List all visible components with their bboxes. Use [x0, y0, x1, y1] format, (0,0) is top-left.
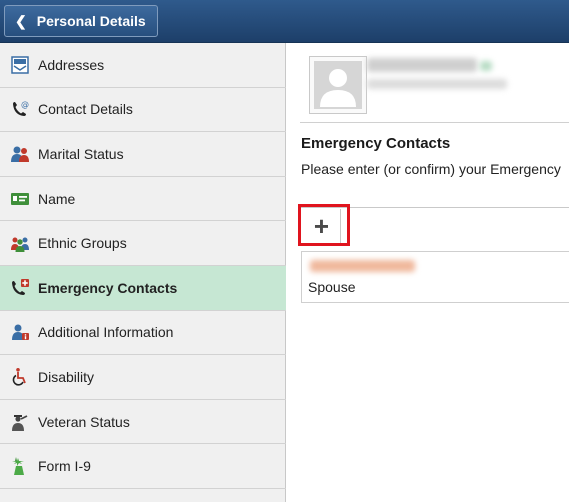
page-title: Emergency Contacts [301, 135, 451, 152]
sidebar-item-label: Form I-9 [38, 458, 91, 475]
employee-name-redacted [367, 58, 477, 72]
sidebar-item-ethnic-groups[interactable]: Ethnic Groups [0, 221, 286, 266]
saluting-person-icon [10, 412, 30, 432]
two-people-icon [10, 144, 30, 164]
svg-text:@: @ [21, 100, 29, 109]
back-button[interactable]: ❮ Personal Details [4, 5, 158, 37]
sidebar-item-label: Contact Details [38, 101, 133, 118]
sidebar-item-label: Additional Information [38, 324, 174, 341]
phone-medical-icon [10, 278, 30, 298]
contact-relationship: Spouse [308, 279, 356, 295]
phone-at-icon: @ [10, 99, 30, 119]
sidebar-item-label: Addresses [38, 56, 105, 73]
employee-title-redacted [367, 79, 507, 89]
sidebar-item-form-i9[interactable]: Form I-9 [0, 444, 286, 489]
sidebar-item-veteran-status[interactable]: Veteran Status [0, 400, 286, 445]
id-badge-icon [10, 189, 30, 209]
sidebar-nav: Addresses @ Contact Details Marital Stat… [0, 43, 286, 502]
divider [300, 122, 569, 123]
person-silhouette-icon [320, 69, 356, 107]
sidebar-item-label: Veteran Status [38, 413, 130, 430]
chevron-left-icon: ❮ [15, 12, 27, 29]
contact-row[interactable]: Spouse [301, 251, 569, 303]
sidebar-item-additional-information[interactable]: Additional Information [0, 311, 286, 356]
sidebar-item-name[interactable]: Name [0, 177, 286, 222]
profile-photo [309, 56, 367, 114]
sidebar-item-label: Emergency Contacts [38, 279, 178, 296]
statue-of-liberty-icon [10, 456, 30, 476]
person-info-icon [10, 322, 30, 342]
sidebar-item-label: Marital Status [38, 145, 124, 162]
sidebar-item-label: Ethnic Groups [38, 235, 127, 252]
wheelchair-icon [10, 367, 30, 387]
app-header: ❮ Personal Details [0, 0, 569, 43]
sidebar-item-contact-details[interactable]: @ Contact Details [0, 88, 286, 133]
sidebar-item-label: Disability [38, 368, 95, 385]
status-indicator-redacted [480, 61, 492, 71]
add-contact-button[interactable]: + [303, 209, 341, 243]
instructions-text: Please enter (or confirm) your Emergency [301, 161, 561, 177]
sidebar-item-label: Name [38, 190, 76, 207]
sidebar-item-emergency-contacts[interactable]: Emergency Contacts [0, 266, 286, 311]
address-card-icon [10, 55, 30, 75]
sidebar-item-addresses[interactable]: Addresses [0, 43, 286, 88]
back-button-label: Personal Details [36, 13, 146, 29]
contact-name-redacted [310, 260, 415, 272]
sidebar-item-marital-status[interactable]: Marital Status [0, 132, 286, 177]
sidebar-item-disability[interactable]: Disability [0, 355, 286, 400]
group-people-icon [10, 233, 30, 253]
